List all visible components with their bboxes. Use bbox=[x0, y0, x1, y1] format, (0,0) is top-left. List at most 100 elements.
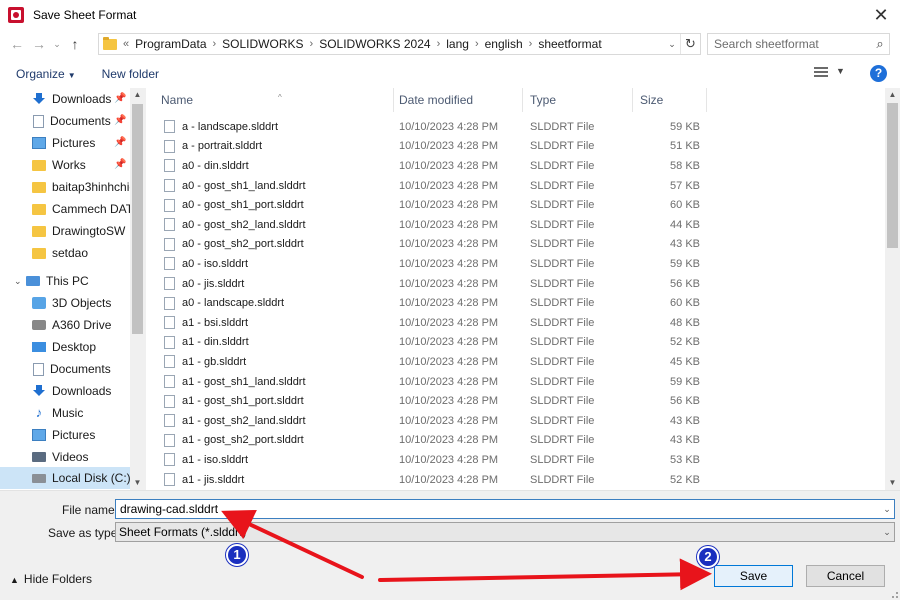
sidebar-item-local-disk-c[interactable]: Local Disk (C:) bbox=[0, 467, 130, 489]
address-bar[interactable]: « ProgramData › SOLIDWORKS › SOLIDWORKS … bbox=[98, 33, 701, 55]
help-icon[interactable]: ? bbox=[870, 65, 887, 82]
search-input[interactable]: Search sheetformat bbox=[714, 37, 871, 51]
breadcrumb-separator-icon[interactable]: › bbox=[475, 38, 479, 50]
breadcrumb-separator-icon[interactable]: › bbox=[437, 38, 441, 50]
file-row[interactable]: a1 - gost_sh1_land.slddrt 10/10/2023 4:28… bbox=[146, 372, 885, 392]
file-type-cell: SLDDRT File bbox=[530, 355, 595, 368]
sidebar-item-setdao[interactable]: setdao bbox=[0, 242, 130, 264]
sidebar-item-downloads[interactable]: Downloads bbox=[0, 380, 130, 402]
sidebar-item-baitap3hinhchieu[interactable]: baitap3hinhchieu bbox=[0, 176, 130, 198]
breadcrumb-overflow[interactable]: « bbox=[123, 38, 129, 50]
close-icon[interactable]: ✕ bbox=[870, 4, 892, 26]
file-list-scrollbar[interactable]: ▲ ▼ bbox=[885, 88, 900, 490]
file-row[interactable]: a1 - iso.slddrt 10/10/2023 4:28 PM SLDDRT … bbox=[146, 450, 885, 470]
file-row[interactable]: a1 - gost_sh1_port.slddrt 10/10/2023 4:28… bbox=[146, 391, 885, 411]
refresh-icon[interactable]: ↻ bbox=[680, 34, 700, 54]
sidebar-item-drawingtosw[interactable]: DrawingtoSW bbox=[0, 220, 130, 242]
file-row[interactable]: a1 - gost_sh2_land.slddrt 10/10/2023 4:28… bbox=[146, 411, 885, 431]
file-row[interactable]: a1 - jis.slddrt 10/10/2023 4:28 PM SLDDRT … bbox=[146, 470, 885, 490]
slddrt-file-icon bbox=[164, 335, 175, 349]
cancel-button[interactable]: Cancel bbox=[806, 565, 885, 587]
sidebar-item-pictures[interactable]: Pictures bbox=[0, 424, 130, 446]
back-arrow-icon[interactable]: ← bbox=[6, 33, 28, 55]
file-name-cell: a1 - gost_sh2_port.slddrt bbox=[182, 434, 304, 447]
file-row[interactable]: a0 - gost_sh1_port.slddrt 10/10/2023 4:28… bbox=[146, 195, 885, 215]
scroll-down-icon[interactable]: ▼ bbox=[130, 476, 145, 490]
breadcrumb-item[interactable]: SOLIDWORKS 2024 bbox=[319, 37, 430, 51]
sidebar-item-3d-objects[interactable]: 3D Objects bbox=[0, 292, 130, 314]
save-as-type-chevron-icon[interactable]: ⌄ bbox=[880, 523, 894, 541]
save-as-type-select[interactable]: Sheet Formats (*.slddrt) bbox=[115, 522, 895, 542]
breadcrumb-separator-icon[interactable]: › bbox=[310, 38, 314, 50]
recent-locations-chevron-icon[interactable]: ⌄ bbox=[50, 33, 64, 55]
breadcrumb-item[interactable]: SOLIDWORKS bbox=[222, 37, 303, 51]
scroll-down-icon[interactable]: ▼ bbox=[885, 476, 900, 490]
sidebar-item-downloads-pinned[interactable]: Downloads 📌 bbox=[0, 88, 130, 110]
column-header-size[interactable]: Size bbox=[633, 88, 707, 112]
search-box[interactable]: Search sheetformat ⌕ bbox=[707, 33, 890, 55]
file-row[interactable]: a1 - bsi.slddrt 10/10/2023 4:28 PM SLDDRT … bbox=[146, 313, 885, 333]
caret-up-icon: ▲ bbox=[10, 575, 19, 585]
breadcrumb-item[interactable]: sheetformat bbox=[538, 37, 601, 51]
file-date-cell: 10/10/2023 4:28 PM bbox=[399, 277, 499, 290]
address-history-chevron-icon[interactable]: ⌄ bbox=[664, 39, 680, 50]
breadcrumb-item[interactable]: english bbox=[485, 37, 523, 51]
forward-arrow-icon[interactable]: → bbox=[28, 33, 50, 55]
file-size-cell: 59 KB bbox=[670, 375, 700, 388]
hide-folders-button[interactable]: ▲ Hide Folders bbox=[10, 572, 92, 586]
sidebar-item-desktop[interactable]: Desktop bbox=[0, 336, 130, 358]
save-button[interactable]: Save bbox=[714, 565, 793, 587]
file-row[interactable]: a0 - gost_sh2_land.slddrt 10/10/2023 4:28… bbox=[146, 215, 885, 235]
scroll-up-icon[interactable]: ▲ bbox=[130, 88, 145, 102]
sidebar-item-documents[interactable]: Documents bbox=[0, 358, 130, 380]
file-row[interactable]: a - portrait.slddrt 10/10/2023 4:28 PM SLD… bbox=[146, 137, 885, 157]
sidebar-item-label: Local Disk (C:) bbox=[52, 471, 130, 485]
sidebar-scrollbar[interactable]: ▲ ▼ bbox=[130, 88, 145, 490]
file-row[interactable]: a1 - gb.slddrt 10/10/2023 4:28 PM SLDDRT F… bbox=[146, 352, 885, 372]
file-row[interactable]: a0 - gost_sh2_port.slddrt 10/10/2023 4:28… bbox=[146, 235, 885, 255]
sidebar-item-label: Pictures bbox=[52, 136, 96, 150]
file-row[interactable]: a0 - iso.slddrt 10/10/2023 4:28 PM SLDDRT … bbox=[146, 254, 885, 274]
column-header-date-modified[interactable]: Date modified bbox=[392, 88, 523, 112]
breadcrumb-separator-icon[interactable]: › bbox=[529, 38, 533, 50]
breadcrumb-item[interactable]: ProgramData bbox=[135, 37, 206, 51]
sidebar-item-documents-pinned[interactable]: Documents 📌 bbox=[0, 110, 130, 132]
column-header-type[interactable]: Type bbox=[523, 88, 633, 112]
sidebar-item-pictures-pinned[interactable]: Pictures 📌 bbox=[0, 132, 130, 154]
file-row[interactable]: a - landscape.slddrt 10/10/2023 4:28 PM SL… bbox=[146, 117, 885, 137]
sidebar-item-works[interactable]: Works 📌 bbox=[0, 154, 130, 176]
sidebar-item-this-pc[interactable]: ⌄ This PC bbox=[0, 270, 130, 292]
expand-chevron-icon[interactable]: ⌄ bbox=[14, 276, 22, 287]
view-options-caret-icon[interactable]: ▼ bbox=[836, 66, 845, 76]
scrollbar-thumb[interactable] bbox=[132, 104, 143, 334]
column-header-name[interactable]: Name ^ bbox=[154, 88, 394, 112]
file-name-input[interactable]: drawing-cad.slddrt bbox=[115, 499, 895, 519]
file-name-dropdown-chevron-icon[interactable]: ⌄ bbox=[880, 500, 894, 518]
sidebar-item-a360-drive[interactable]: A360 Drive bbox=[0, 314, 130, 336]
scroll-up-icon[interactable]: ▲ bbox=[885, 88, 900, 102]
sidebar-item-cammech-data[interactable]: Cammech DATA bbox=[0, 198, 130, 220]
organize-label: Organize bbox=[16, 67, 65, 81]
organize-menu-button[interactable]: Organize ▼ bbox=[16, 67, 76, 81]
slddrt-file-icon bbox=[164, 355, 175, 369]
file-row[interactable]: a0 - din.slddrt 10/10/2023 4:28 PM SLDDRT … bbox=[146, 156, 885, 176]
resize-grip-icon[interactable] bbox=[888, 588, 898, 598]
sidebar-item-videos[interactable]: Videos bbox=[0, 446, 130, 468]
scrollbar-thumb[interactable] bbox=[887, 103, 898, 248]
file-row[interactable]: a0 - jis.slddrt 10/10/2023 4:28 PM SLDDRT … bbox=[146, 274, 885, 294]
file-row[interactable]: a0 - gost_sh1_land.slddrt 10/10/2023 4:28… bbox=[146, 176, 885, 196]
breadcrumb-item[interactable]: lang bbox=[446, 37, 469, 51]
search-icon[interactable]: ⌕ bbox=[871, 36, 889, 52]
up-arrow-icon[interactable]: ↑ bbox=[64, 33, 86, 55]
view-options-icon[interactable] bbox=[814, 67, 828, 79]
file-name-cell: a1 - gb.slddrt bbox=[182, 355, 247, 368]
file-name-cell: a0 - landscape.slddrt bbox=[182, 297, 285, 310]
file-row[interactable]: a1 - din.slddrt 10/10/2023 4:28 PM SLDDRT … bbox=[146, 333, 885, 353]
sidebar-item-label: A360 Drive bbox=[52, 318, 112, 332]
sidebar-item-music[interactable]: ♪ Music bbox=[0, 402, 130, 424]
file-row[interactable]: a1 - gost_sh2_port.slddrt 10/10/2023 4:28… bbox=[146, 431, 885, 451]
new-folder-button[interactable]: New folder bbox=[102, 67, 159, 81]
breadcrumb-separator-icon[interactable]: › bbox=[213, 38, 217, 50]
pin-icon: 📌 bbox=[114, 115, 127, 126]
file-row[interactable]: a0 - landscape.slddrt 10/10/2023 4:28 PM S… bbox=[146, 293, 885, 313]
